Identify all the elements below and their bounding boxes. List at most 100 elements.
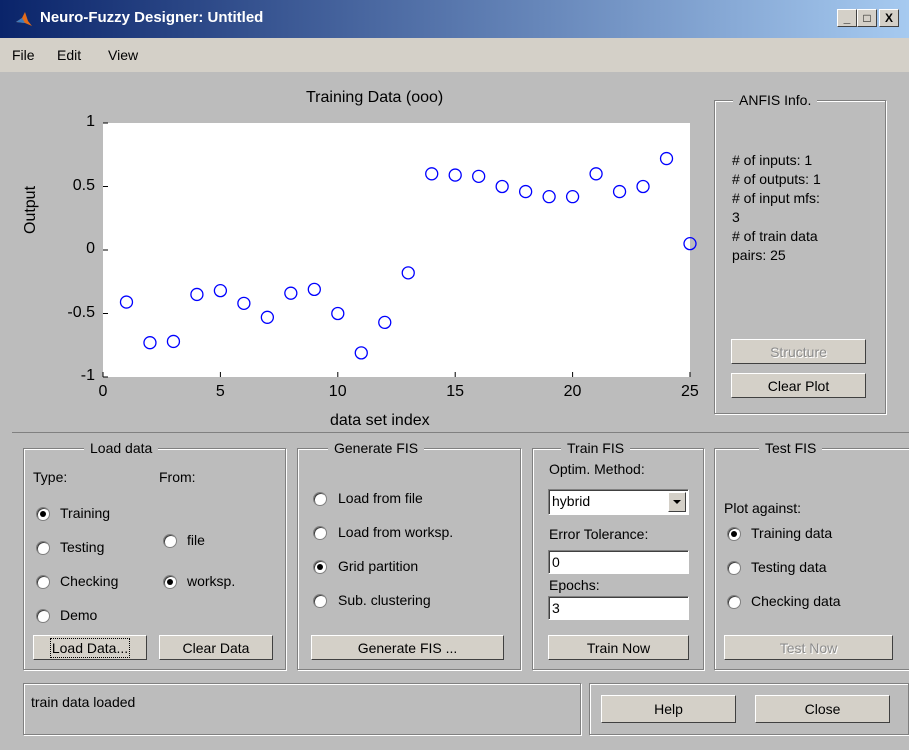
matlab-logo-icon — [16, 12, 32, 26]
anfis-info-line: # of outputs: 1 — [732, 171, 821, 187]
radio-load-from-file[interactable] — [313, 492, 327, 506]
test-fis-title: Test FIS — [759, 439, 823, 457]
clear-plot-button[interactable]: Clear Plot — [731, 373, 866, 398]
radio-label: Load from file — [338, 490, 423, 506]
divider — [12, 432, 909, 433]
load-data-title: Load data — [84, 439, 159, 457]
anfis-info-line: # of input mfs: — [732, 190, 820, 206]
anfis-info-line: # of train data — [732, 228, 818, 244]
x-tick-label: 10 — [328, 383, 347, 400]
data-point — [213, 283, 228, 298]
radio-grid-partition[interactable] — [313, 560, 327, 574]
radio-load-from-workspace[interactable] — [313, 526, 327, 540]
help-button[interactable]: Help — [601, 695, 736, 723]
x-axis-label: data set index — [330, 412, 430, 429]
scatter-plot — [102, 122, 697, 378]
type-label: Type: — [33, 469, 68, 485]
data-point — [565, 190, 580, 204]
menu-edit[interactable]: Edit — [57, 47, 81, 63]
clear-data-button[interactable]: Clear Data — [159, 635, 273, 660]
menu-file[interactable]: File — [12, 47, 35, 63]
anfis-info-text: # of inputs: 1 # of outputs: 1 # of inpu… — [732, 151, 821, 265]
y-tick-label: -0.5 — [67, 303, 95, 321]
data-point — [190, 287, 204, 302]
test-fis-panel: Test FIS Plot against: Training data Tes… — [714, 439, 909, 670]
data-point — [636, 179, 650, 194]
radio-type-demo[interactable] — [36, 609, 50, 623]
load-data-panel: Load data Type: From: Training Testing C… — [23, 439, 286, 670]
radio-training-data[interactable] — [727, 527, 741, 541]
radio-type-testing[interactable] — [36, 541, 50, 555]
radio-from-workspace[interactable] — [163, 575, 177, 589]
x-tick-label: 5 — [215, 383, 225, 400]
generate-fis-button[interactable]: Generate FIS ... — [311, 635, 504, 660]
status-panel: train data loaded — [23, 683, 581, 735]
anfis-info-title: ANFIS Info. — [733, 91, 818, 109]
radio-label: Checking — [60, 573, 119, 589]
radio-sub-clustering[interactable] — [313, 594, 327, 608]
epochs-input[interactable]: 3 — [548, 596, 689, 620]
y-tick-label: -1 — [80, 367, 95, 384]
data-point — [589, 167, 603, 181]
data-point — [612, 184, 627, 199]
data-point — [331, 306, 345, 321]
train-fis-title: Train FIS — [561, 439, 631, 457]
data-point — [495, 179, 509, 194]
status-message: train data loaded — [31, 694, 136, 710]
y-tick-label: 0.5 — [72, 176, 95, 194]
radio-type-checking[interactable] — [36, 575, 50, 589]
data-point — [354, 346, 368, 360]
close-window-button[interactable]: X — [879, 9, 899, 27]
footer-panel: Help Close — [589, 683, 909, 735]
menu-view[interactable]: View — [108, 47, 138, 63]
x-tick-label: 25 — [681, 383, 699, 400]
radio-label: Training — [60, 505, 111, 521]
radio-from-file[interactable] — [163, 534, 177, 548]
y-tick-label: 1 — [86, 113, 95, 130]
data-point — [472, 169, 486, 183]
data-point — [659, 151, 674, 166]
error-tolerance-input[interactable]: 0 — [548, 550, 689, 574]
radio-checking-data[interactable] — [727, 595, 741, 609]
structure-button[interactable]: Structure — [731, 339, 866, 364]
maximize-button[interactable]: □ — [857, 9, 877, 27]
radio-label: file — [187, 532, 205, 548]
train-fis-panel: Train FIS Optim. Method: hybrid Error To… — [532, 439, 704, 670]
anfis-info-line: pairs: 25 — [732, 247, 786, 263]
title-bar[interactable]: Neuro-Fuzzy Designer: Untitled _ □ X — [0, 0, 909, 38]
anfis-info-line: # of inputs: 1 — [732, 152, 813, 168]
radio-label: Demo — [60, 607, 98, 623]
radio-type-training[interactable] — [36, 507, 50, 521]
data-point — [448, 168, 462, 182]
chevron-down-icon[interactable] — [668, 492, 686, 512]
generate-fis-title: Generate FIS — [328, 439, 425, 457]
anfis-info-line: 3 — [732, 209, 740, 225]
data-point — [284, 286, 298, 300]
y-tick-label: 0 — [86, 240, 95, 257]
radio-label: worksp. — [187, 573, 236, 589]
from-label: From: — [159, 469, 196, 485]
train-now-button[interactable]: Train Now — [548, 635, 689, 660]
generate-fis-panel: Generate FIS Load from file Load from wo… — [297, 439, 521, 670]
data-point — [401, 266, 415, 280]
test-now-button[interactable]: Test Now — [724, 635, 893, 660]
data-point — [425, 167, 439, 181]
main-panel: Training Data (ooo) 1 0.5 0 -0.5 -1 0 5 10 15 20… — [0, 72, 909, 750]
minimize-button[interactable]: _ — [837, 9, 857, 27]
app-window: Neuro-Fuzzy Designer: Untitled _ □ X Fil… — [0, 0, 909, 750]
optim-method-select[interactable]: hybrid — [548, 489, 689, 515]
close-button[interactable]: Close — [755, 695, 890, 723]
data-point — [119, 295, 134, 309]
epochs-label: Epochs: — [549, 577, 600, 593]
optim-method-label: Optim. Method: — [549, 461, 645, 477]
menu-bar: File Edit View — [0, 38, 909, 72]
data-point — [518, 184, 533, 199]
data-point — [166, 334, 181, 349]
radio-testing-data[interactable] — [727, 561, 741, 575]
x-tick-label: 0 — [98, 383, 108, 400]
error-tolerance-label: Error Tolerance: — [549, 526, 649, 542]
radio-label: Checking data — [751, 593, 841, 609]
radio-label: Testing — [60, 539, 105, 555]
load-data-button[interactable]: Load Data... — [33, 635, 147, 660]
plot-area[interactable] — [102, 122, 697, 378]
